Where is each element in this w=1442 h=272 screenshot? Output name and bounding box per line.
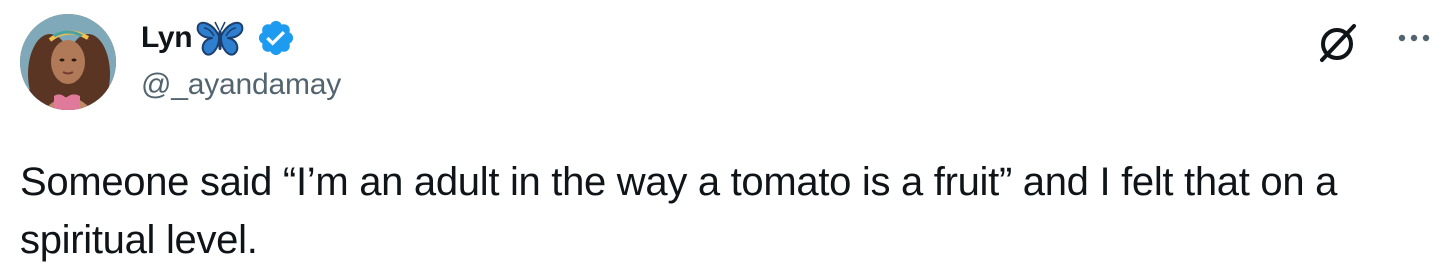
grok-icon[interactable] — [1314, 20, 1360, 66]
tweet-text: Someone said “I’m an adult in the way a … — [20, 160, 1338, 262]
avatar[interactable] — [20, 14, 116, 110]
more-options-icon[interactable] — [1392, 20, 1436, 56]
author-name-row[interactable]: Lyn — [141, 16, 296, 60]
display-name[interactable]: Lyn — [141, 21, 193, 55]
avatar-photo — [20, 14, 116, 110]
tweet-card: Lyn @_ayandamay Someone said “I’m an adu… — [0, 0, 1442, 272]
verified-badge-icon[interactable] — [256, 18, 296, 58]
author-handle[interactable]: @_ayandamay — [141, 68, 341, 102]
butterfly-emoji-icon — [194, 18, 246, 58]
